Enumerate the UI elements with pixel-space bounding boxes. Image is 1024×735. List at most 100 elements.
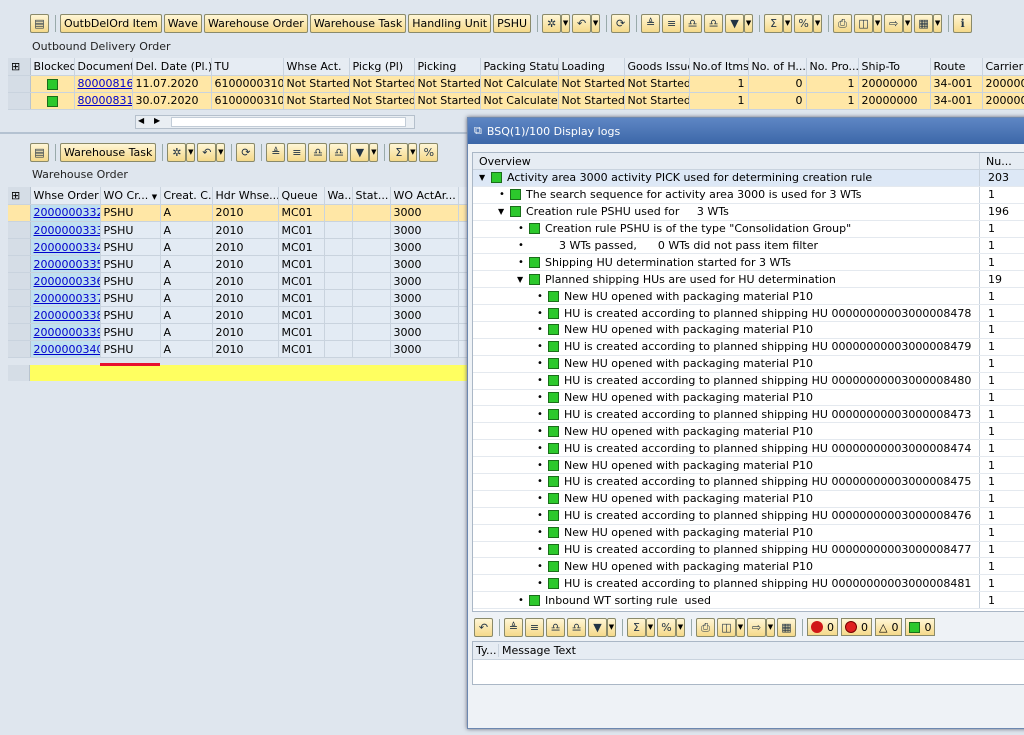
row-selector[interactable]: [8, 340, 31, 358]
row-selector[interactable]: [8, 289, 31, 307]
col-header[interactable]: WO Cr... ▼: [100, 187, 161, 205]
table-row[interactable]: 2000000340 PSHU A 2010 MC01 3000: [8, 340, 470, 358]
table-row[interactable]: 2000000332 PSHU A 2010 MC01 3000: [8, 204, 470, 222]
row-selector[interactable]: [8, 92, 31, 110]
chevron-down-icon[interactable]: ▼: [783, 13, 793, 33]
table-row[interactable]: 2000000334 PSHU A 2010 MC01 3000: [8, 238, 470, 256]
col-header[interactable]: Blocked: [30, 58, 75, 76]
find-icon[interactable]: ♎: [308, 142, 328, 162]
col-header[interactable]: Stat... ▼: [352, 187, 391, 205]
scrollbar-thumb[interactable]: [171, 117, 406, 127]
col-header[interactable]: Message Text: [499, 644, 576, 657]
chevron-down-icon[interactable]: ▼: [676, 617, 685, 637]
log-tree-node[interactable]: • New HU opened with packaging material P…: [473, 389, 1024, 407]
export-icon[interactable]: ⇨: [747, 617, 766, 637]
col-header[interactable]: No.of Itms: [689, 58, 749, 76]
row-selector[interactable]: [8, 323, 31, 341]
chevron-down-icon[interactable]: ▼: [766, 617, 775, 637]
sum-icon[interactable]: Σ: [764, 13, 784, 33]
chevron-down-icon[interactable]: ▼: [813, 13, 823, 33]
chevron-down-icon[interactable]: ▼: [186, 142, 196, 162]
sort-descending-icon[interactable]: ≡: [287, 142, 307, 162]
table-row[interactable]: 2000000337 PSHU A 2010 MC01 3000: [8, 289, 470, 307]
warehouse-task-button[interactable]: Warehouse Task: [309, 13, 407, 33]
col-header[interactable]: Ship-To: [858, 58, 931, 76]
log-tree-node[interactable]: • New HU opened with packaging material P…: [473, 322, 1024, 339]
splitter[interactable]: [0, 132, 470, 134]
log-tree-node[interactable]: • Shipping HU determination started for 3…: [473, 254, 1024, 272]
row-selector[interactable]: [8, 255, 31, 273]
log-tree-node[interactable]: • HU is created according to planned ship…: [473, 406, 1024, 424]
whse-order-link[interactable]: 2000000332: [30, 204, 101, 222]
chevron-down-icon[interactable]: ▼: [736, 617, 745, 637]
col-header[interactable]: Wa...: [324, 187, 353, 205]
log-tree-node[interactable]: • HU is created according to planned ship…: [473, 474, 1024, 491]
chevron-down-icon[interactable]: ▼: [646, 617, 655, 637]
row-selector[interactable]: [8, 204, 31, 222]
table-row[interactable]: 2000000339 PSHU A 2010 MC01 3000: [8, 323, 470, 341]
horizontal-scrollbar[interactable]: ◀ ▶: [135, 115, 415, 129]
log-tree-node[interactable]: • The search sequence for activity area 3…: [473, 186, 1024, 204]
log-tree-node[interactable]: • New HU opened with packaging material P…: [473, 355, 1024, 373]
layout-icon[interactable]: ▦: [914, 13, 934, 33]
scroll-left-icon[interactable]: ◀: [138, 116, 144, 125]
undo-icon[interactable]: ↶: [572, 13, 592, 33]
wave-button[interactable]: Wave: [163, 13, 202, 33]
filter-icon[interactable]: ▼: [588, 617, 607, 637]
table-row[interactable]: 80000831 30.07.2020 6100000310 Not Start…: [8, 92, 1024, 110]
whse-order-link[interactable]: 2000000339: [30, 323, 101, 341]
chevron-down-icon[interactable]: ▼: [873, 13, 883, 33]
table-row[interactable]: 2000000333 PSHU A 2010 MC01 3000: [8, 221, 470, 239]
col-header[interactable]: Picking: [414, 58, 481, 76]
detail-view-icon[interactable]: ↶: [474, 617, 493, 637]
log-tree-node[interactable]: • HU is created according to planned ship…: [473, 372, 1024, 390]
log-tree-node[interactable]: • HU is created according to planned ship…: [473, 507, 1024, 525]
undo-icon[interactable]: ↶: [197, 142, 217, 162]
layout-icon[interactable]: ▦: [777, 617, 796, 637]
error-count-button[interactable]: 0: [841, 618, 872, 636]
outbdelord-item-button[interactable]: OutbDelOrd Item: [60, 13, 162, 33]
subtotal-icon[interactable]: %: [657, 617, 676, 637]
whse-order-link[interactable]: 2000000333: [30, 221, 101, 239]
whse-order-link[interactable]: 2000000336: [30, 272, 101, 290]
views-icon[interactable]: ◫: [717, 617, 736, 637]
row-selector[interactable]: [8, 238, 31, 256]
table-row[interactable]: 2000000335 PSHU A 2010 MC01 3000: [8, 255, 470, 273]
chevron-down-icon[interactable]: ▼: [933, 13, 943, 33]
col-header[interactable]: TU: [211, 58, 284, 76]
row-selector[interactable]: [8, 306, 31, 324]
col-header[interactable]: No. Pro...: [806, 58, 859, 76]
col-header[interactable]: Loading: [558, 58, 625, 76]
log-tree-node[interactable]: • Inbound WT sorting rule used 1: [473, 592, 1024, 610]
count-header[interactable]: Nu...: [979, 153, 1024, 169]
log-tree-node[interactable]: • New HU opened with packaging material P…: [473, 457, 1024, 475]
chevron-down-icon[interactable]: ▼: [561, 13, 571, 33]
col-header[interactable]: Goods Issue: [624, 58, 690, 76]
row-selector[interactable]: [8, 365, 30, 381]
log-tree-node[interactable]: • HU is created according to planned ship…: [473, 440, 1024, 458]
log-tree-node[interactable]: • Creation rule PSHU is of the type "Cons…: [473, 220, 1024, 238]
log-tree-node[interactable]: • New HU opened with packaging material P…: [473, 524, 1024, 542]
print-icon[interactable]: ⎙: [833, 13, 853, 33]
handling-unit-button[interactable]: Handling Unit: [408, 13, 492, 33]
col-header[interactable]: Creat. C...: [160, 187, 213, 205]
log-tree-node[interactable]: • New HU opened with packaging material P…: [473, 490, 1024, 508]
whse-order-link[interactable]: 2000000335: [30, 255, 101, 273]
row-selector[interactable]: [8, 75, 31, 93]
log-tree-node[interactable]: • New HU opened with packaging material P…: [473, 288, 1024, 306]
whse-order-link[interactable]: 2000000337: [30, 289, 101, 307]
col-header[interactable]: No. of H...: [748, 58, 807, 76]
col-header[interactable]: Del. Date (Pl.): [132, 58, 212, 76]
col-header[interactable]: Queue: [278, 187, 325, 205]
chevron-down-icon[interactable]: ▼: [369, 142, 379, 162]
log-tree-node[interactable]: • 3 WTs passed, 0 WTs did not pass item …: [473, 237, 1024, 255]
log-tree-node[interactable]: ▼ Planned shipping HUs are used for HU de…: [473, 271, 1024, 289]
select-all-icon[interactable]: ⊞: [8, 58, 31, 76]
log-tree-node[interactable]: • HU is created according to planned ship…: [473, 541, 1024, 559]
find-next-icon[interactable]: ♎: [704, 13, 724, 33]
col-header[interactable]: Ty...: [473, 644, 499, 657]
pshu-button[interactable]: PSHU: [493, 13, 532, 33]
print-icon[interactable]: ⎙: [696, 617, 715, 637]
chevron-down-icon[interactable]: ▼: [744, 13, 754, 33]
whse-order-link[interactable]: 2000000338: [30, 306, 101, 324]
